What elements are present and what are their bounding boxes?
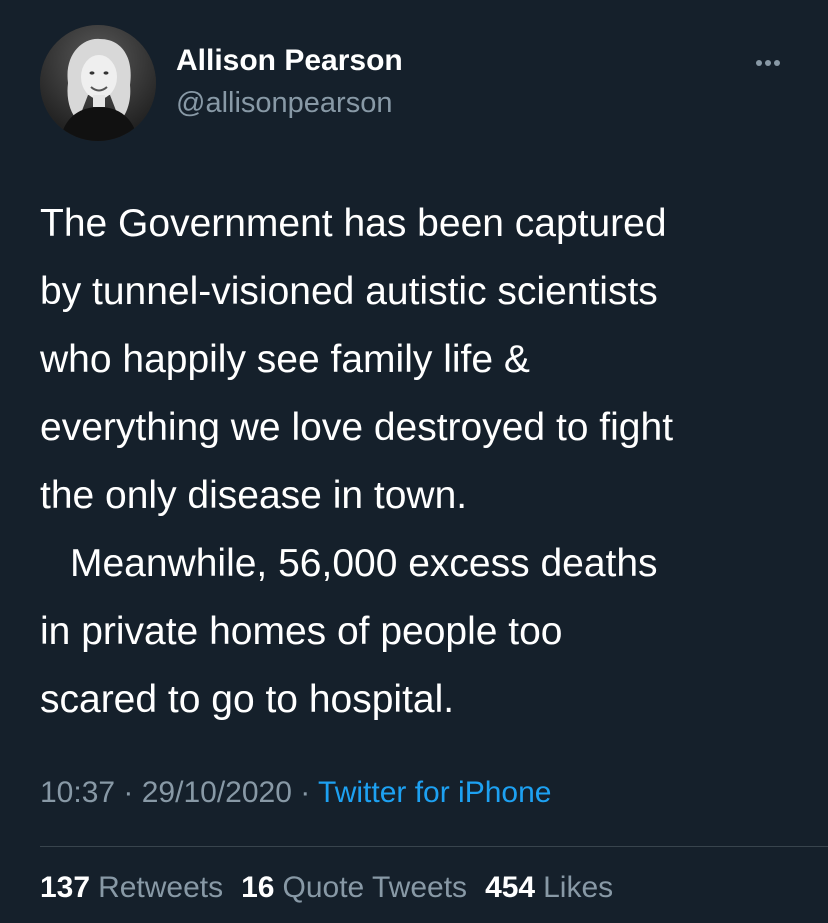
- author-handle[interactable]: @allisonpearson: [176, 87, 392, 120]
- tweet-line: everything we love destroyed to fight: [40, 406, 674, 449]
- likes-label: Likes: [543, 871, 614, 904]
- retweets-label: Retweets: [98, 871, 224, 904]
- retweets-count: 137: [40, 871, 91, 904]
- tweet-detail: Allison Pearson @allisonpearson The Gove…: [0, 0, 828, 923]
- tweet-line: who happily see family life &: [40, 338, 530, 381]
- likes-count: 454: [485, 871, 536, 904]
- tweet-text: The Government has been captured by tunn…: [40, 190, 800, 734]
- tweet-line: the only disease in town.: [40, 474, 468, 517]
- meta-separator: ·: [291, 776, 319, 809]
- quote-tweets-count: 16: [241, 871, 275, 904]
- divider: [40, 846, 828, 847]
- tweet-date[interactable]: 29/10/2020: [142, 776, 292, 809]
- quote-tweets-stat[interactable]: 16 Quote Tweets: [241, 871, 467, 905]
- avatar[interactable]: [40, 25, 156, 141]
- tweet-line: by tunnel-visioned autistic scientists: [40, 270, 658, 313]
- author-name[interactable]: Allison Pearson: [176, 44, 403, 78]
- tweet-line: in private homes of people too: [40, 610, 563, 653]
- tweet-time[interactable]: 10:37: [40, 776, 115, 809]
- tweet-line: Meanwhile, 56,000 excess deaths: [70, 542, 658, 585]
- tweet-metadata: 10:37 · 29/10/2020 · Twitter for iPhone: [40, 776, 551, 810]
- likes-stat[interactable]: 454 Likes: [485, 871, 613, 905]
- retweets-stat[interactable]: 137 Retweets: [40, 871, 223, 905]
- more-options-button[interactable]: [746, 50, 790, 76]
- tweet-line: scared to go to hospital.: [40, 678, 455, 721]
- quote-tweets-label: Quote Tweets: [282, 871, 468, 904]
- more-dot-icon: [774, 60, 780, 66]
- more-dot-icon: [765, 60, 771, 66]
- tweet-line: The Government has been captured: [40, 202, 667, 245]
- meta-separator: ·: [115, 776, 142, 809]
- tweet-stats: 137 Retweets 16 Quote Tweets 454 Likes: [40, 871, 631, 905]
- profile-photo-icon: [40, 25, 156, 141]
- more-dot-icon: [756, 60, 762, 66]
- tweet-source-link[interactable]: Twitter for iPhone: [318, 776, 551, 809]
